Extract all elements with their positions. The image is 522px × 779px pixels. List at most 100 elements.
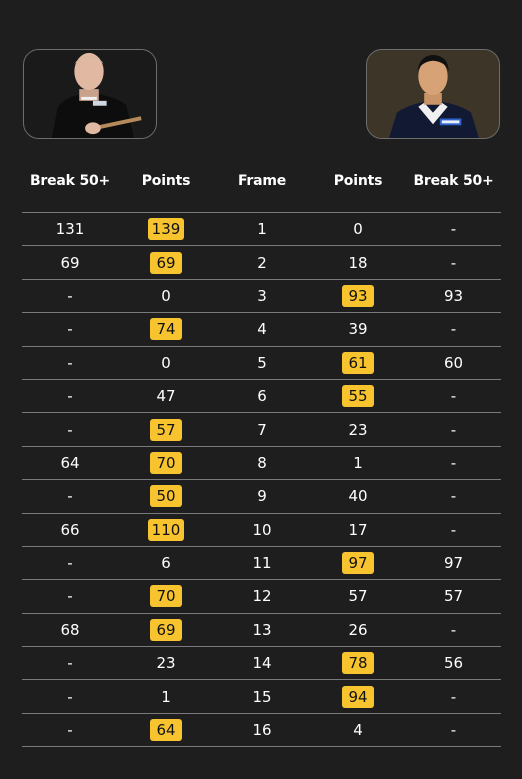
frame-cell: 9 xyxy=(214,487,310,505)
frame-cell: 12 xyxy=(214,587,310,605)
table-row: - 50 9 40 - xyxy=(22,480,501,514)
left-break-value: - xyxy=(67,554,73,573)
frame-cell: 13 xyxy=(214,621,310,639)
left-points-cell: 1 xyxy=(118,688,214,706)
right-break-cell: - xyxy=(406,421,501,439)
right-break-cell: - xyxy=(406,688,501,706)
left-points-value: 47 xyxy=(156,387,176,406)
right-break-value: - xyxy=(450,220,457,239)
left-points-cell: 50 xyxy=(118,485,214,508)
left-break-cell: 68 xyxy=(22,621,118,639)
right-points-cell: 4 xyxy=(310,721,406,739)
left-break-value: - xyxy=(67,320,73,339)
left-break-cell: - xyxy=(22,554,118,572)
right-break-value: - xyxy=(450,420,457,439)
table-row: - 64 16 4 - xyxy=(22,714,501,748)
right-points-cell: 40 xyxy=(310,487,406,505)
left-break-cell: - xyxy=(22,721,118,739)
left-break-value: 66 xyxy=(60,520,80,539)
left-points-value: 70 xyxy=(150,451,182,474)
left-points-cell: 47 xyxy=(118,387,214,405)
right-points-cell: 18 xyxy=(310,254,406,272)
left-break-cell: - xyxy=(22,587,118,605)
left-points-cell: 139 xyxy=(118,218,214,241)
frame-cell: 5 xyxy=(214,354,310,372)
right-break-cell: - xyxy=(406,254,501,272)
table-row: - 47 6 55 - xyxy=(22,380,501,414)
left-points-cell: 69 xyxy=(118,251,214,274)
right-points-cell: 1 xyxy=(310,454,406,472)
table-row: - 23 14 78 56 xyxy=(22,647,501,681)
left-break-cell: - xyxy=(22,654,118,672)
left-break-value: 69 xyxy=(60,253,80,272)
left-points-value: 0 xyxy=(161,353,171,372)
left-break-value: - xyxy=(67,721,73,740)
table-row: 131 139 1 0 - xyxy=(22,213,501,247)
frame-number: 8 xyxy=(257,453,267,472)
frame-number: 16 xyxy=(252,721,272,740)
right-points-value: 55 xyxy=(342,385,374,408)
right-break-cell: 60 xyxy=(406,354,501,372)
right-points-value: 1 xyxy=(353,453,363,472)
right-break-cell: - xyxy=(406,320,501,338)
left-break-cell: - xyxy=(22,387,118,405)
right-break-value: - xyxy=(450,721,457,740)
left-points-cell: 69 xyxy=(118,618,214,641)
right-points-value: 40 xyxy=(348,487,368,506)
right-break-cell: - xyxy=(406,454,501,472)
left-break-cell: 66 xyxy=(22,521,118,539)
frame-number: 12 xyxy=(252,587,272,606)
right-break-value: - xyxy=(450,620,457,639)
frame-number: 3 xyxy=(257,286,267,305)
left-break-value: - xyxy=(67,387,73,406)
table-row: - 1 15 94 - xyxy=(22,680,501,714)
left-points-value: 23 xyxy=(156,654,176,673)
frame-cell: 10 xyxy=(214,521,310,539)
left-points-cell: 23 xyxy=(118,654,214,672)
right-break-cell: 57 xyxy=(406,587,501,605)
left-points-cell: 110 xyxy=(118,518,214,541)
right-points-value: 93 xyxy=(342,284,374,307)
right-points-value: 39 xyxy=(348,320,368,339)
frame-cell: 2 xyxy=(214,254,310,272)
frame-number: 7 xyxy=(257,420,267,439)
left-points-cell: 74 xyxy=(118,318,214,341)
right-points-cell: 61 xyxy=(310,351,406,374)
right-points-cell: 97 xyxy=(310,552,406,575)
frame-cell: 14 xyxy=(214,654,310,672)
table-row: 69 69 2 18 - xyxy=(22,246,501,280)
left-break-cell: - xyxy=(22,287,118,305)
right-points-cell: 94 xyxy=(310,685,406,708)
frame-number: 10 xyxy=(252,520,272,539)
left-points-cell: 57 xyxy=(118,418,214,441)
frame-cell: 11 xyxy=(214,554,310,572)
right-points-cell: 57 xyxy=(310,587,406,605)
right-points-value: 4 xyxy=(353,721,363,740)
right-points-cell: 0 xyxy=(310,220,406,238)
right-points-value: 23 xyxy=(348,420,368,439)
left-break-value: - xyxy=(67,687,73,706)
right-break-value: - xyxy=(450,520,457,539)
frame-table: 131 139 1 0 - 69 69 2 18 - - 0 3 93 93 -… xyxy=(22,212,501,748)
right-break-cell: - xyxy=(406,387,501,405)
right-break-value: - xyxy=(450,453,457,472)
table-row: - 0 3 93 93 xyxy=(22,280,501,314)
left-points-value: 110 xyxy=(147,518,185,541)
left-break-cell: - xyxy=(22,320,118,338)
left-points-value: 6 xyxy=(161,554,171,573)
right-break-cell: - xyxy=(406,220,501,238)
right-points-cell: 78 xyxy=(310,652,406,675)
right-break-cell: 56 xyxy=(406,654,501,672)
frame-number: 1 xyxy=(257,220,267,239)
frame-cell: 16 xyxy=(214,721,310,739)
left-points-value: 74 xyxy=(150,318,182,341)
right-break-value: - xyxy=(450,387,457,406)
right-points-cell: 93 xyxy=(310,284,406,307)
right-points-cell: 26 xyxy=(310,621,406,639)
right-break-cell: 97 xyxy=(406,554,501,572)
right-points-value: 17 xyxy=(348,520,368,539)
right-points-cell: 55 xyxy=(310,385,406,408)
header-right-break: Break 50+ xyxy=(413,173,494,189)
right-points-value: 26 xyxy=(348,620,368,639)
left-break-cell: - xyxy=(22,487,118,505)
